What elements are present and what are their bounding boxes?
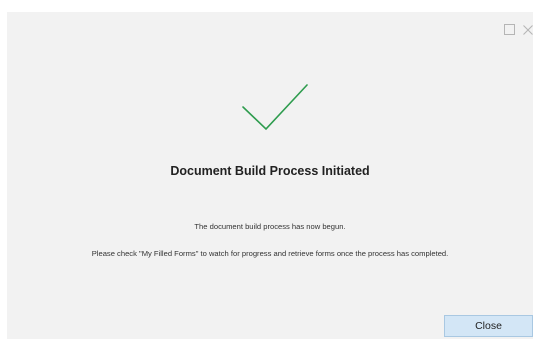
- close-button[interactable]: Close: [444, 315, 533, 337]
- maximize-icon[interactable]: [504, 24, 515, 35]
- dialog: Document Build Process Initiated The doc…: [7, 12, 533, 339]
- message-line-1: The document build process has now begun…: [194, 222, 346, 231]
- dialog-title: Document Build Process Initiated: [170, 164, 370, 178]
- close-icon[interactable]: [523, 24, 533, 35]
- message-line-2: Please check "My Filled Forms" to watch …: [91, 249, 449, 258]
- window-controls: [504, 24, 533, 35]
- checkmark-icon: [242, 84, 308, 131]
